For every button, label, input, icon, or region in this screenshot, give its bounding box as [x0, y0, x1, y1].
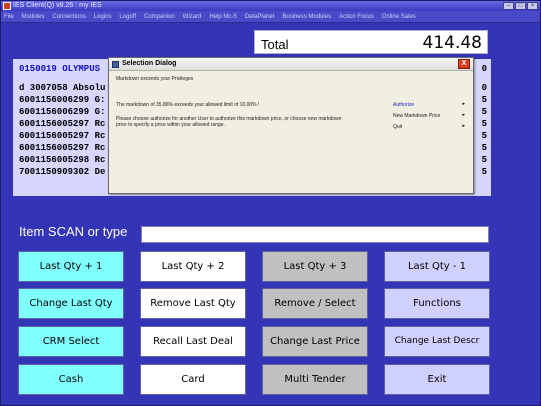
title-bar: IES Client(Q) v8.26 : my IES – □ × — [1, 1, 540, 11]
menu-item-help[interactable]: Help Mc-5 — [209, 14, 236, 20]
dialog-option-label: Quit — [393, 124, 403, 130]
total-value: 414.48 — [422, 33, 482, 53]
menu-bar: File Modules Connections Logins Logoff C… — [1, 11, 540, 23]
app-icon — [3, 2, 11, 10]
functions-button[interactable]: Functions — [384, 288, 490, 319]
total-label: Total — [261, 37, 289, 52]
recall-last-deal-button[interactable]: Recall Last Deal — [140, 326, 246, 357]
receipt-line[interactable]: 6001156006299 G: — [19, 107, 105, 117]
dialog-option-label: Authorize — [393, 102, 415, 108]
maximize-icon[interactable]: □ — [515, 2, 526, 10]
dialog-close-icon[interactable]: X — [458, 59, 470, 69]
menu-item-companion[interactable]: Companion — [144, 14, 175, 20]
dialog-option-new-markdown-price[interactable]: New Markdown Price ▸ — [393, 112, 465, 119]
change-last-descr-button[interactable]: Change Last Descr — [384, 326, 490, 357]
customer-line: 0150019 OLYMPUS — [19, 64, 101, 74]
receipt-line[interactable]: 6001156005297 Rc — [19, 143, 105, 153]
window-title: IES Client(Q) v8.26 : my IES — [13, 2, 102, 9]
item-scan-input[interactable] — [141, 226, 489, 243]
receipt-line[interactable]: 6001156005298 Rc — [19, 155, 105, 165]
remove-last-qty-button[interactable]: Remove Last Qty — [140, 288, 246, 319]
close-icon[interactable]: × — [527, 2, 538, 10]
remove-select-button[interactable]: Remove / Select — [262, 288, 368, 319]
dialog-option-quit[interactable]: Quit ▸ — [393, 123, 465, 130]
receipt-line-right: 5 — [481, 143, 487, 153]
menu-item-file[interactable]: File — [4, 14, 14, 20]
receipt-line-right: 5 — [481, 119, 487, 129]
chevron-right-icon: ▸ — [462, 112, 465, 118]
menu-item-online-sales[interactable]: Online Sales — [382, 14, 416, 20]
receipt-line[interactable]: 6001156005297 Rc — [19, 131, 105, 141]
receipt-line[interactable]: 7001150909302 De — [19, 167, 105, 177]
card-button[interactable]: Card — [140, 364, 246, 395]
menu-item-wizard[interactable]: Wizard — [183, 14, 202, 20]
change-last-price-button[interactable]: Change Last Price — [262, 326, 368, 357]
multi-tender-button[interactable]: Multi Tender — [262, 364, 368, 395]
menu-item-logoff[interactable]: Logoff — [119, 14, 136, 20]
dialog-message-heading: Markdown exceeds your Privileges — [116, 76, 194, 82]
last-qty-plus-3-button[interactable]: Last Qty + 3 — [262, 251, 368, 282]
total-panel: Total 414.48 — [254, 30, 488, 54]
menu-item-action-focus[interactable]: Action Focus — [339, 14, 374, 20]
selection-dialog: Selection Dialog X Markdown exceeds your… — [108, 57, 474, 194]
receipt-line-right: 5 — [481, 95, 487, 105]
last-qty-plus-1-button[interactable]: Last Qty + 1 — [18, 251, 124, 282]
last-qty-plus-2-button[interactable]: Last Qty + 2 — [140, 251, 246, 282]
pos-window: IES Client(Q) v8.26 : my IES – □ × File … — [0, 0, 541, 406]
dialog-icon — [112, 61, 119, 68]
menu-item-logins[interactable]: Logins — [94, 14, 112, 20]
chevron-right-icon: ▸ — [462, 123, 465, 129]
dialog-message-limit: The markdown of 35.86% exceeds your allo… — [116, 102, 260, 108]
crm-select-button[interactable]: CRM Select — [18, 326, 124, 357]
exit-button[interactable]: Exit — [384, 364, 490, 395]
window-controls: – □ × — [503, 2, 538, 10]
receipt-line[interactable]: 6001156005297 Rc — [19, 119, 105, 129]
dialog-message-instructions: Please choose authorize for another User… — [116, 116, 342, 128]
dialog-option-authorize[interactable]: Authorize ▸ — [393, 101, 465, 108]
change-last-qty-button[interactable]: Change Last Qty — [18, 288, 124, 319]
receipt-line[interactable]: d 3007058 Absolu — [19, 83, 105, 93]
receipt-line-right: 5 — [481, 131, 487, 141]
menu-item-dataplanet[interactable]: DataPlanet — [245, 14, 275, 20]
receipt-line-right: 5 — [481, 107, 487, 117]
receipt-line[interactable]: 6001156006299 G: — [19, 95, 105, 105]
dialog-option-label: New Markdown Price — [393, 113, 441, 119]
minimize-icon[interactable]: – — [503, 2, 514, 10]
customer-line-right: 0 — [481, 64, 487, 74]
receipt-line-right: 5 — [481, 155, 487, 165]
dialog-title: Selection Dialog — [122, 60, 177, 67]
chevron-right-icon: ▸ — [462, 101, 465, 107]
menu-item-modules[interactable]: Modules — [22, 14, 45, 20]
receipt-line-right: 0 — [481, 83, 487, 93]
scan-label: Item SCAN or type — [19, 224, 128, 239]
menu-item-business-modules[interactable]: Business Modules — [282, 14, 331, 20]
dialog-title-bar: Selection Dialog X — [109, 58, 473, 71]
receipt-line-right: 5 — [481, 167, 487, 177]
menu-item-connections[interactable]: Connections — [52, 14, 85, 20]
last-qty-minus-1-button[interactable]: Last Qty - 1 — [384, 251, 490, 282]
cash-button[interactable]: Cash — [18, 364, 124, 395]
